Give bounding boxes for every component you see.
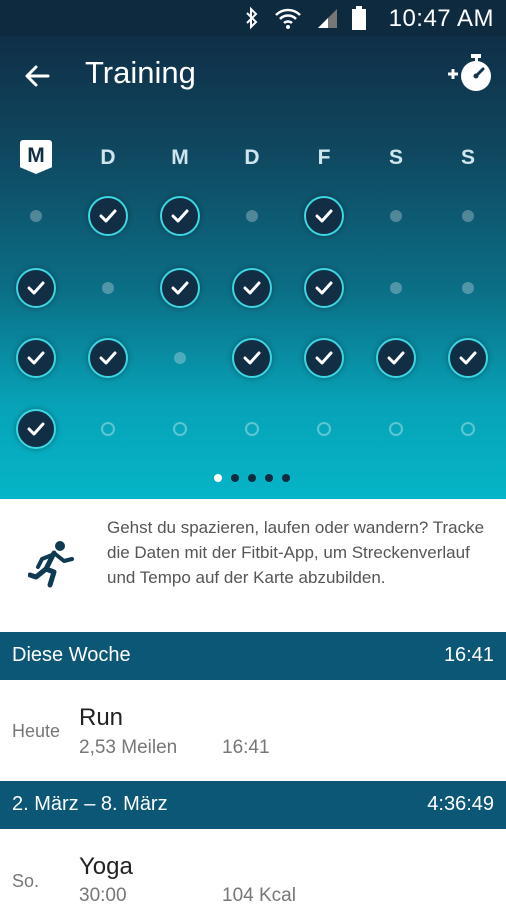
section-total: 4:36:49 [427,793,494,815]
activity-day-check[interactable] [232,338,272,378]
runner-icon [28,541,74,588]
checkmark-icon [16,409,56,449]
exercise-duration: 30:00 [79,885,127,906]
exercise-calories: 104 Kcal [222,885,296,906]
section-this-week: Diese Woche 16:41 [0,632,506,680]
activity-day-check[interactable] [448,338,488,378]
activity-day-empty [376,268,416,308]
page-dot[interactable] [282,474,290,482]
exercise-row[interactable]: So. Yoga 30:00 104 Kcal [0,829,506,906]
activity-day-check[interactable] [304,268,344,308]
signal-icon [318,9,337,28]
checkmark-icon [16,268,56,308]
checkmark-icon [304,268,344,308]
wifi-icon [275,8,301,29]
activity-day-check[interactable] [160,196,200,236]
day-label: D [100,146,116,169]
section-label: 2. März – 8. März [12,793,168,815]
page-indicator[interactable] [214,474,290,482]
day-label: M [20,140,52,174]
checkmark-icon [88,196,128,236]
activity-day-check[interactable] [88,196,128,236]
activity-day-check[interactable] [304,196,344,236]
status-time: 10:47 AM [388,5,494,32]
section-total: 16:41 [443,644,494,666]
activity-day-future [304,409,344,449]
bluetooth-icon [246,6,258,30]
activity-day-check[interactable] [376,338,416,378]
status-icons [244,6,366,30]
battery-icon [352,6,366,30]
exercise-duration: 16:41 [222,737,270,758]
page-dot[interactable] [265,474,273,482]
gps-info-card[interactable]: Gehst du spazieren, laufen oder wandern?… [0,499,506,630]
exercise-name: Yoga [79,853,133,880]
page-dot[interactable] [231,474,239,482]
day-label: F [317,146,331,169]
arrow-left-icon [25,65,50,87]
activity-day-check[interactable] [160,268,200,308]
checkmark-icon [304,338,344,378]
activity-day-empty [16,196,56,236]
activity-day-check[interactable] [88,338,128,378]
activity-day-empty [232,196,272,236]
activity-day-check[interactable] [304,338,344,378]
checkmark-icon [88,338,128,378]
app-bar: Training [0,36,506,114]
activity-day-future [232,409,272,449]
checkmark-icon [160,196,200,236]
activity-day-empty [448,196,488,236]
checkmark-icon [232,268,272,308]
activity-day-empty [160,338,200,378]
checkmark-icon [232,338,272,378]
checkmark-icon [376,338,416,378]
page-title: Training [85,55,196,90]
add-stopwatch-icon [448,54,491,91]
checkmark-icon [16,338,56,378]
day-label: M [171,146,189,169]
activity-day-future [376,409,416,449]
day-label: S [460,146,475,169]
checkmark-icon [304,196,344,236]
page-dot[interactable] [248,474,256,482]
status-bar: 10:47 AM [0,0,506,36]
checkmark-icon [160,268,200,308]
exercise-day: Heute [12,721,61,741]
activity-day-empty [376,196,416,236]
activity-day-future [448,409,488,449]
back-button[interactable] [20,58,56,94]
activity-grid [0,180,506,450]
gps-info-text: Gehst du spazieren, laufen oder wandern?… [107,518,485,587]
checkmark-icon [448,338,488,378]
day-label: D [244,146,260,169]
activity-day-check[interactable] [16,268,56,308]
section-previous-week: 2. März – 8. März 4:36:49 [0,781,506,829]
activity-day-check[interactable] [232,268,272,308]
activity-day-empty [88,268,128,308]
exercise-row[interactable]: Heute Run 2,53 Meilen 16:41 [0,680,506,781]
activity-day-future [88,409,128,449]
exercise-distance: 2,53 Meilen [79,737,178,758]
exercise-name: Run [79,704,124,731]
activity-day-check[interactable] [16,409,56,449]
activity-day-check[interactable] [16,338,56,378]
activity-day-empty [448,268,488,308]
section-label: Diese Woche [12,644,131,666]
activity-day-future [160,409,200,449]
day-label: S [388,146,403,169]
add-exercise-button[interactable] [446,52,496,94]
page-dot[interactable] [214,474,222,482]
week-day-header: MDMDFSS [0,140,506,176]
exercise-day: So. [12,871,40,891]
